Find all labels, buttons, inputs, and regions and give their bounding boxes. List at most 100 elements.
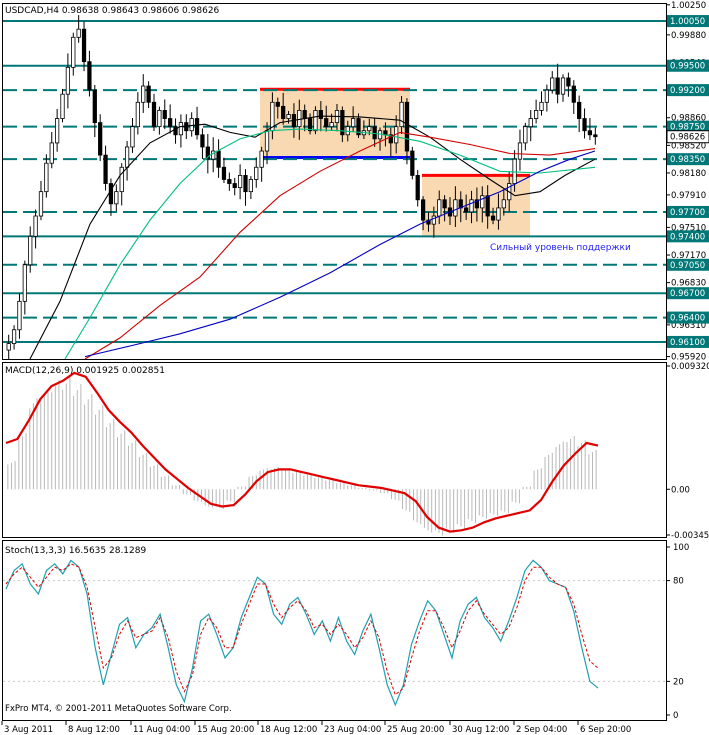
candle-body <box>194 118 200 136</box>
candle-body <box>410 150 415 176</box>
time-axis-label: 30 Aug 12:00 <box>452 725 509 735</box>
current-price-label: 0.98626 <box>670 133 705 143</box>
macd-y-tick-label: 0.009320 <box>671 362 709 372</box>
candle-body <box>65 66 71 95</box>
candle-body <box>22 264 27 302</box>
stoch-y-tick-label: 0 <box>673 711 678 721</box>
candle-body <box>189 118 194 132</box>
candle-body <box>420 199 426 221</box>
candle-body <box>60 93 65 119</box>
candle-body <box>501 199 506 209</box>
candle-body <box>254 166 259 180</box>
candle-body <box>587 130 593 136</box>
candle-body <box>17 300 22 331</box>
candle-body <box>178 122 184 136</box>
candle-body <box>550 77 555 91</box>
candle-body <box>28 235 33 266</box>
candle-body <box>92 89 97 124</box>
candle-body <box>38 191 44 217</box>
candle-body <box>469 199 474 213</box>
time-axis-label: 2 Sep 04:00 <box>516 725 567 735</box>
candle-body <box>571 85 576 103</box>
time-axis-label: 15 Aug 20:00 <box>197 725 254 735</box>
candle-body <box>496 207 501 221</box>
candle-body <box>566 77 571 87</box>
price-chart-title: USDCAD,H4 0.98638 0.98643 0.98606 0.9862… <box>5 6 220 16</box>
candle-body <box>383 130 388 136</box>
candle-body <box>49 142 54 164</box>
candle-body <box>517 142 523 160</box>
level-price-label: 0.96400 <box>670 314 705 324</box>
candle-body <box>404 101 410 152</box>
candle-body <box>324 118 329 128</box>
candle-body <box>119 166 124 193</box>
candle-body <box>44 162 49 193</box>
candle-body <box>103 154 108 184</box>
level-price-label: 0.97400 <box>670 232 705 242</box>
candle-body <box>76 28 81 38</box>
candle-body <box>281 105 286 119</box>
price-y-tick-label: 0.99880 <box>671 31 706 41</box>
price-y-tick-label: 0.98180 <box>671 169 706 179</box>
candle-body <box>6 343 11 351</box>
candle-body <box>98 122 103 156</box>
candle-body <box>485 195 490 217</box>
candle-body <box>151 101 157 128</box>
macd-y-tick-label: 0.00 <box>671 485 690 495</box>
candle-body <box>593 134 598 138</box>
candle-body <box>582 118 587 132</box>
stoch-y-tick-label: 20 <box>673 677 684 687</box>
candle-body <box>437 199 442 217</box>
candle-body <box>243 175 248 193</box>
level-price-label: 0.96100 <box>670 338 705 348</box>
candle-body <box>124 146 130 168</box>
copyright-footer: FxPro MT4, © 2001-2011 MetaQuotes Softwa… <box>5 704 232 714</box>
candle-body <box>162 110 167 119</box>
candle-body <box>442 199 447 209</box>
candle-body <box>544 89 549 103</box>
time-axis-label: 3 Aug 2011 <box>4 725 53 735</box>
candle-body <box>539 101 544 111</box>
price-y-tick-label: 0.96830 <box>671 279 706 289</box>
candle-body <box>533 110 539 119</box>
candle-body <box>216 150 221 168</box>
candle-body <box>431 215 436 225</box>
candle-body <box>577 101 582 119</box>
candle-body <box>81 28 87 63</box>
candle-body <box>71 36 76 68</box>
candle-body <box>377 130 383 140</box>
candle-body <box>33 215 38 237</box>
candle-body <box>528 118 533 128</box>
candle-body <box>135 101 140 128</box>
candle-body <box>490 215 496 221</box>
candle-body <box>329 122 334 128</box>
level-price-label: 1.00050 <box>670 17 705 27</box>
level-price-label: 0.97050 <box>670 261 705 271</box>
candle-body <box>297 110 302 128</box>
candle-body <box>87 61 92 91</box>
time-axis-label: 23 Aug 04:00 <box>324 725 381 735</box>
candle-body <box>318 110 323 119</box>
candle-body <box>275 101 280 107</box>
time-axis-label: 8 Aug 12:00 <box>68 725 120 735</box>
level-price-label: 0.98350 <box>670 155 705 165</box>
time-axis-label: 25 Aug 20:00 <box>387 725 444 735</box>
price-y-tick-label: 0.97910 <box>671 191 706 201</box>
candle-body <box>464 207 469 213</box>
candle-body <box>307 118 313 132</box>
candle-body <box>157 110 162 128</box>
candle-body <box>302 110 307 119</box>
stochastic-title: Stoch(13,3,3) 16.5635 28.1289 <box>5 546 146 556</box>
stoch-y-tick-label: 100 <box>673 543 689 553</box>
macd-y-tick-label: -0.003457 <box>671 531 709 541</box>
candle-body <box>453 199 458 217</box>
stoch-y-tick-label: 80 <box>673 577 684 587</box>
candle-body <box>141 85 146 103</box>
candle-body <box>480 195 485 209</box>
candle-body <box>146 85 151 103</box>
candle-body <box>11 329 17 344</box>
candle-body <box>313 110 318 132</box>
candle-body <box>286 114 291 119</box>
trading-chart: 1.002500.998800.995400.992000.988600.985… <box>0 0 709 735</box>
candle-body <box>200 134 205 148</box>
